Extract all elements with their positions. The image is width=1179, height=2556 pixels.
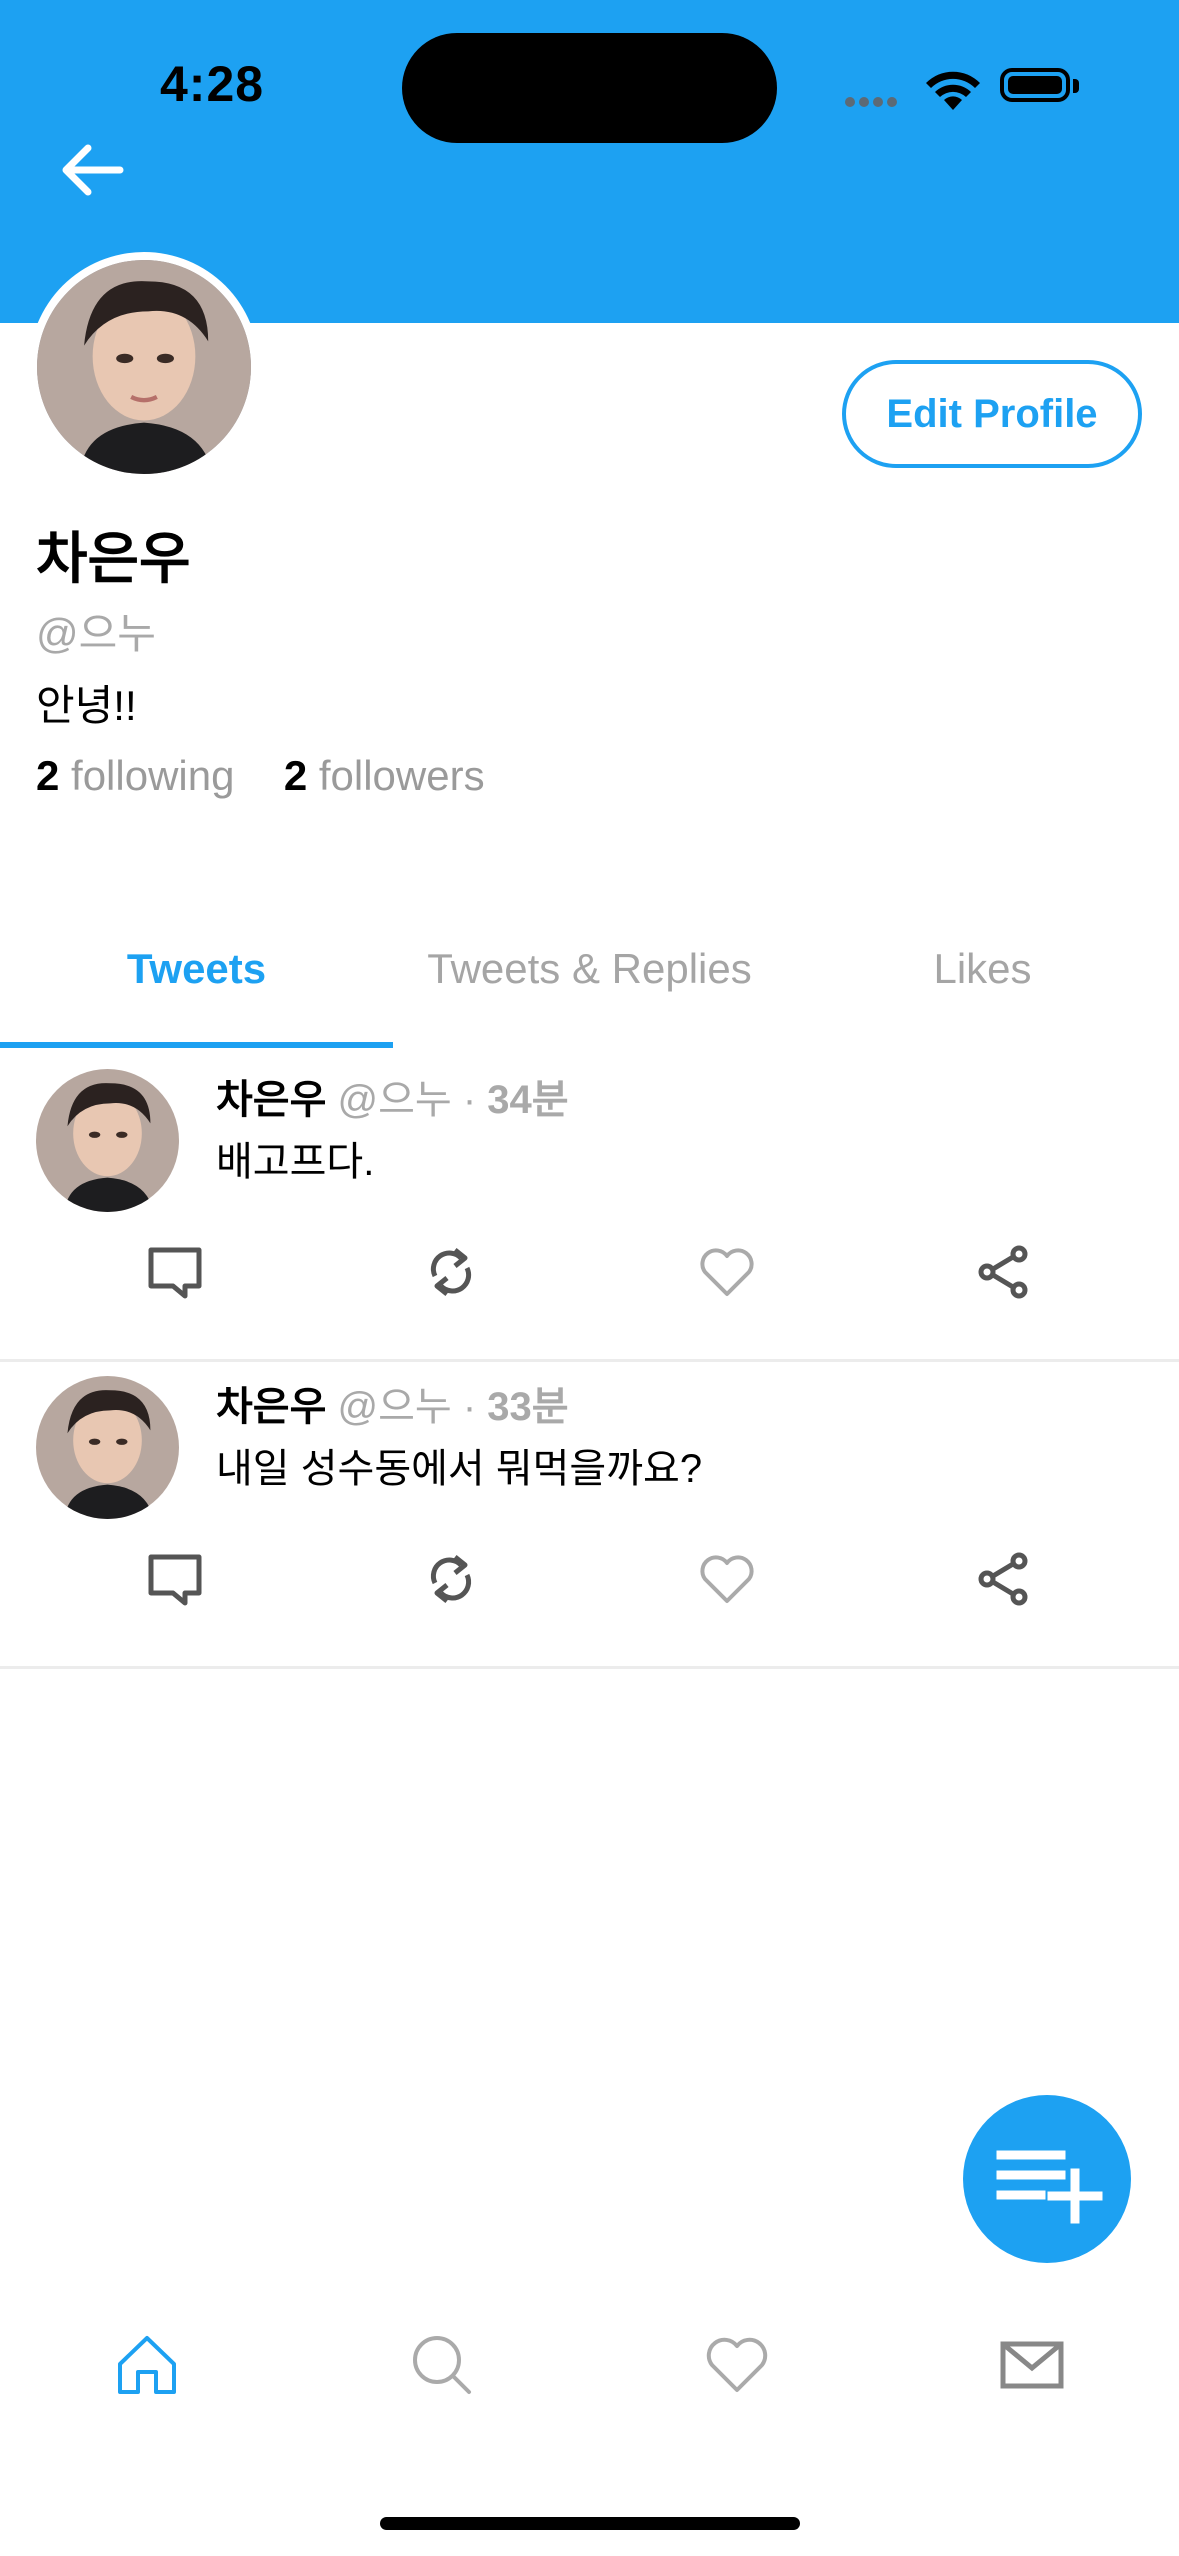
status-time: 4:28 bbox=[160, 56, 265, 112]
followers-label[interactable]: followers bbox=[319, 752, 485, 799]
reply-icon[interactable] bbox=[145, 1549, 205, 1609]
tweet-separator: · bbox=[451, 1385, 488, 1429]
tweet-author-handle: @으누 bbox=[337, 1078, 452, 1122]
back-arrow-icon[interactable] bbox=[58, 140, 128, 200]
following-count[interactable]: 2 bbox=[36, 752, 59, 799]
compose-plus-icon bbox=[996, 2150, 1103, 2224]
compose-tweet-button[interactable] bbox=[963, 2095, 1131, 2263]
avatar-image bbox=[37, 260, 251, 474]
search-icon[interactable] bbox=[407, 2330, 477, 2400]
battery-icon bbox=[1000, 68, 1070, 102]
dynamic-island bbox=[402, 33, 777, 143]
tweet-time: 34분 bbox=[487, 1078, 569, 1122]
battery-cap bbox=[1073, 79, 1079, 93]
profile-name: 차은우 bbox=[36, 527, 191, 590]
active-tab-indicator bbox=[0, 1042, 393, 1048]
follow-stats: 2 following 2 followers bbox=[36, 752, 485, 800]
share-icon[interactable] bbox=[973, 1242, 1033, 1302]
retweet-icon[interactable] bbox=[421, 1549, 481, 1609]
followers-count[interactable]: 2 bbox=[284, 752, 307, 799]
home-indicator[interactable] bbox=[380, 2517, 800, 2530]
tweet-text: 배고프다. bbox=[216, 1140, 375, 1184]
share-icon[interactable] bbox=[973, 1549, 1033, 1609]
profile-bio: 안녕!! bbox=[36, 682, 137, 729]
edit-profile-button[interactable]: Edit Profile bbox=[842, 360, 1142, 468]
tweet-author-name[interactable]: 차은우 bbox=[216, 1385, 326, 1429]
tweet-item[interactable]: 차은우 @으누 · 33분 내일 성수동에서 뭐먹을까요? bbox=[0, 1364, 1179, 1669]
retweet-icon[interactable] bbox=[421, 1242, 481, 1302]
tweet-time: 33분 bbox=[487, 1385, 569, 1429]
avatar-image bbox=[36, 1376, 179, 1519]
tab-likes[interactable]: Likes bbox=[786, 945, 1179, 993]
like-heart-icon[interactable] bbox=[697, 1242, 757, 1302]
tweet-avatar[interactable] bbox=[36, 1069, 179, 1212]
tweet-author-name[interactable]: 차은우 bbox=[216, 1078, 326, 1122]
following-label[interactable]: following bbox=[71, 752, 234, 799]
reply-icon[interactable] bbox=[145, 1242, 205, 1302]
tweet-item[interactable]: 차은우 @으누 · 34분 배고프다. bbox=[0, 1057, 1179, 1362]
tweet-avatar[interactable] bbox=[36, 1376, 179, 1519]
wifi-icon bbox=[926, 71, 980, 110]
tweet-text: 내일 성수동에서 뭐먹을까요? bbox=[216, 1447, 703, 1491]
tweet-separator: · bbox=[451, 1078, 488, 1122]
home-icon[interactable] bbox=[112, 2330, 182, 2400]
like-heart-icon[interactable] bbox=[697, 1549, 757, 1609]
tweet-header: 차은우 @으누 · 34분 bbox=[216, 1067, 569, 1125]
cellular-signal-icon bbox=[845, 94, 901, 112]
tab-tweets[interactable]: Tweets bbox=[0, 945, 393, 993]
tweet-header: 차은우 @으누 · 33분 bbox=[216, 1374, 569, 1432]
profile-avatar[interactable] bbox=[29, 252, 259, 482]
heart-icon[interactable] bbox=[702, 2330, 772, 2400]
tweet-author-handle: @으누 bbox=[337, 1385, 452, 1429]
mail-icon[interactable] bbox=[997, 2330, 1067, 2400]
profile-handle: @으누 bbox=[36, 610, 156, 657]
tab-tweets-replies[interactable]: Tweets & Replies bbox=[393, 945, 786, 993]
avatar-image bbox=[36, 1069, 179, 1212]
